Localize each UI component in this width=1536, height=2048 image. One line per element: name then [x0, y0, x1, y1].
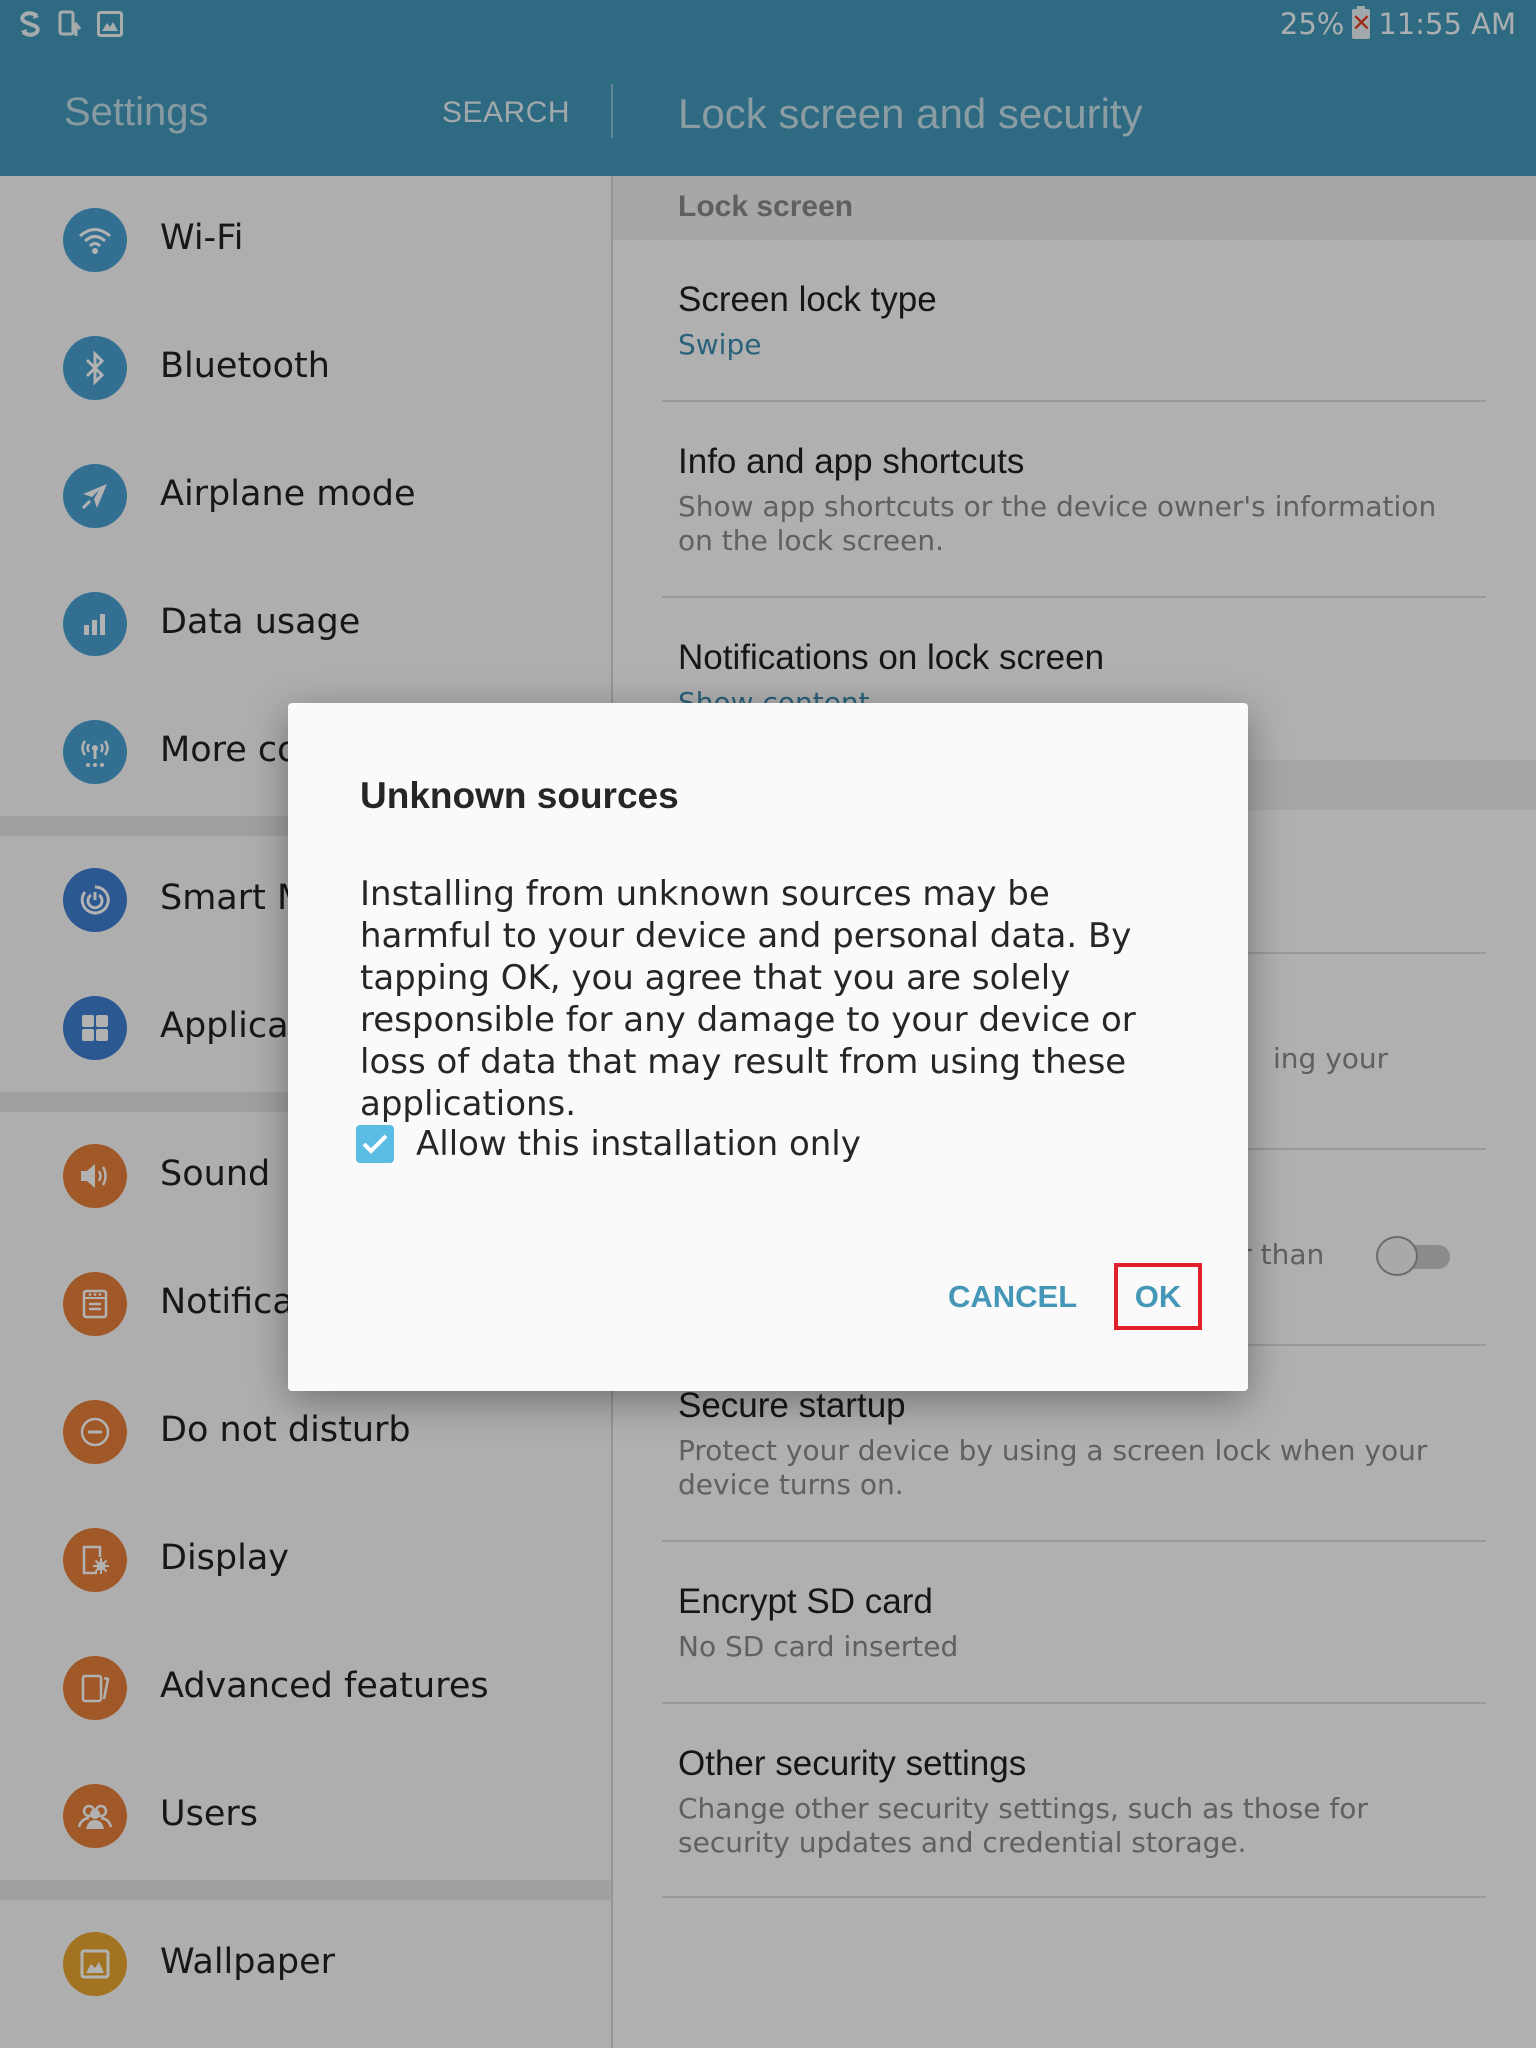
- checkbox-checked-icon[interactable]: [356, 1125, 394, 1163]
- checkbox-label: Allow this installation only: [416, 1124, 861, 1164]
- cancel-button[interactable]: CANCEL: [948, 1279, 1077, 1315]
- dialog-message: Installing from unknown sources may be h…: [360, 874, 1136, 1124]
- unknown-sources-dialog: Unknown sources Installing from unknown …: [288, 703, 1248, 1391]
- allow-this-installation-only-checkbox[interactable]: Allow this installation only: [356, 1124, 861, 1164]
- dialog-title: Unknown sources: [360, 775, 679, 816]
- ok-button[interactable]: OK: [1114, 1263, 1202, 1330]
